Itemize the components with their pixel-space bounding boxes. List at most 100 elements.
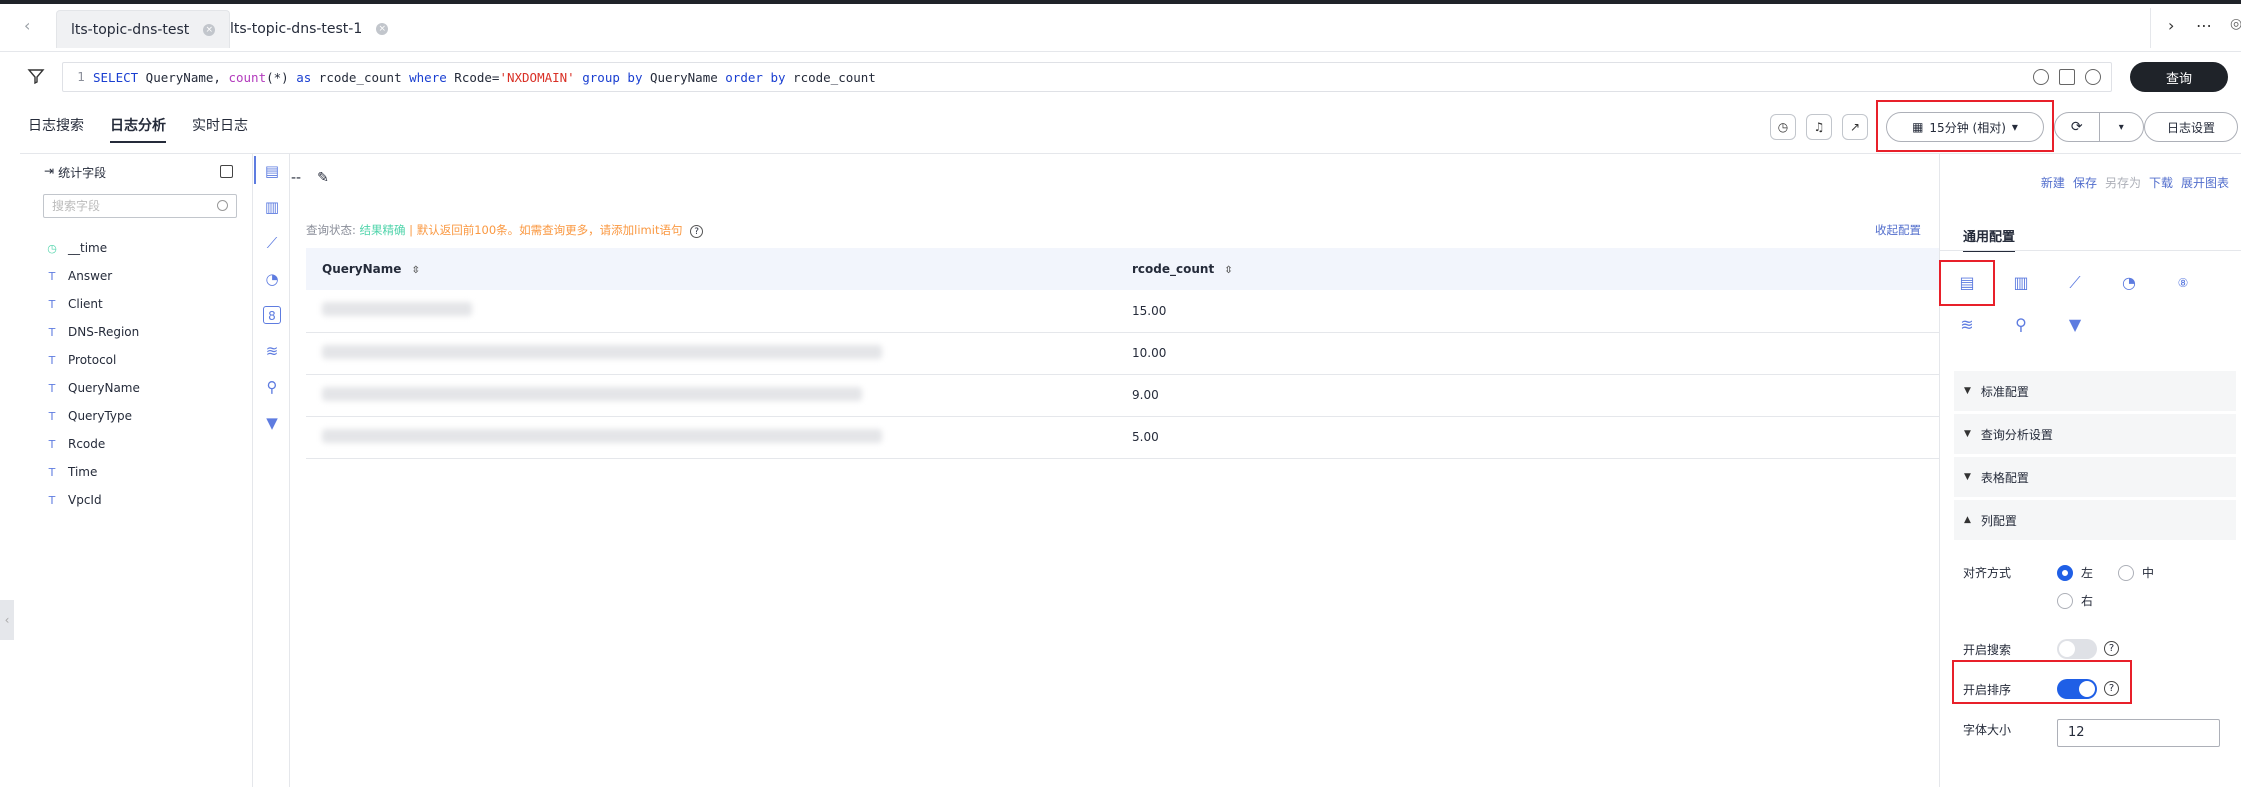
section-column-config[interactable]: ▲ 列配置 bbox=[1954, 500, 2236, 540]
fields-header: ⇥ 统计字段 bbox=[44, 164, 106, 181]
field-search-placeholder: 搜索字段 bbox=[52, 199, 101, 213]
table-row: 15.00 bbox=[306, 290, 1939, 333]
field-item[interactable]: T Rcode bbox=[46, 430, 140, 458]
field-search-input[interactable]: 搜索字段 bbox=[43, 194, 237, 218]
collapse-config-link[interactable]: 收起配置 bbox=[1875, 222, 1921, 238]
redacted-value bbox=[322, 386, 862, 401]
text-type-icon: T bbox=[48, 381, 56, 395]
close-tab-icon[interactable]: × bbox=[376, 23, 389, 35]
sql-token: by bbox=[770, 69, 786, 85]
help-icon[interactable]: ? bbox=[2104, 681, 2119, 696]
flow-chart-icon[interactable]: ≋ bbox=[263, 342, 281, 360]
bar-chart-icon[interactable]: ▥ bbox=[2010, 272, 2032, 294]
align-center-radio[interactable]: 中 bbox=[2118, 564, 2154, 581]
text-type-icon: T bbox=[48, 493, 56, 507]
tab-general-config[interactable]: 通用配置 bbox=[1963, 226, 2016, 252]
section-query-analysis-settings[interactable]: ▼ 查询分析设置 bbox=[1954, 414, 2236, 454]
action-link[interactable]: 展开图表 bbox=[2181, 174, 2229, 191]
help-icon[interactable] bbox=[2085, 69, 2101, 85]
table-icon[interactable]: ▤ bbox=[1956, 272, 1978, 294]
field-item[interactable]: ◷ __time bbox=[46, 234, 140, 262]
action-link[interactable]: 新建 bbox=[2041, 174, 2065, 191]
redacted-value bbox=[322, 302, 472, 317]
history-icon[interactable]: ◷ bbox=[1770, 114, 1796, 140]
copy-icon[interactable] bbox=[220, 165, 233, 178]
close-tab-icon[interactable]: × bbox=[203, 23, 216, 36]
line-chart-icon[interactable]: ⟋ bbox=[2064, 272, 2086, 294]
rcode-count-cell: 10.00 bbox=[1116, 332, 1939, 375]
tab-scroll-left-icon[interactable]: ‹ bbox=[24, 16, 30, 35]
field-item[interactable]: T QueryName bbox=[46, 374, 140, 402]
radio-checked-icon bbox=[2057, 564, 2073, 581]
section-title: 表格配置 bbox=[1980, 470, 2029, 485]
tab-scroll-right-icon[interactable]: › bbox=[2168, 16, 2174, 35]
pie-chart-icon[interactable]: ◔ bbox=[2118, 272, 2140, 294]
settings-icon[interactable] bbox=[2033, 69, 2049, 85]
field-item[interactable]: T QueryType bbox=[46, 402, 140, 430]
search-toggle[interactable] bbox=[2057, 639, 2097, 659]
share-icon[interactable]: ↗ bbox=[1842, 114, 1868, 140]
text-type-icon: T bbox=[48, 297, 56, 311]
refresh-dropdown-icon[interactable]: ▾ bbox=[2100, 113, 2144, 141]
more-icon[interactable]: ⋯ bbox=[2196, 16, 2212, 35]
field-item[interactable]: T VpcId bbox=[46, 486, 140, 514]
bell-icon[interactable]: ♫ bbox=[1806, 114, 1832, 140]
field-item[interactable]: T Protocol bbox=[46, 346, 140, 374]
edit-icon[interactable]: ✎ bbox=[317, 170, 329, 186]
funnel-icon[interactable]: ▼ bbox=[263, 414, 281, 432]
sql-editor[interactable]: 1 SELECT QueryName, count(*) as rcode_co… bbox=[62, 62, 2112, 92]
font-size-input[interactable]: 12 bbox=[2057, 719, 2220, 747]
field-item[interactable]: T DNS-Region bbox=[46, 318, 140, 346]
refresh-icon[interactable]: ⟳ bbox=[2055, 113, 2100, 141]
log-settings-button[interactable]: 日志设置 bbox=[2144, 112, 2238, 142]
line-chart-icon[interactable]: ⟋ bbox=[263, 234, 281, 252]
action-link[interactable]: 下载 bbox=[2149, 174, 2173, 191]
flow-chart-icon[interactable]: ≋ bbox=[1956, 314, 1978, 336]
chart-name: -- bbox=[291, 170, 302, 186]
tab-log-analysis[interactable]: 日志分析 bbox=[110, 115, 166, 143]
save-icon[interactable] bbox=[2059, 69, 2075, 85]
column-header-queryname[interactable]: QueryName ⇳ bbox=[306, 248, 1116, 290]
settings-edge-icon[interactable]: ◎ bbox=[2230, 16, 2241, 32]
filter-icon[interactable] bbox=[26, 66, 46, 86]
rcode-count-cell: 15.00 bbox=[1116, 290, 1939, 333]
column-header-rcode-count[interactable]: rcode_count ⇳ bbox=[1116, 248, 1939, 290]
funnel-icon[interactable]: ▼ bbox=[2064, 314, 2086, 336]
map-icon[interactable]: ⚲ bbox=[2010, 314, 2032, 336]
sql-text[interactable]: SELECT QueryName, count(*) as rcode_coun… bbox=[93, 70, 876, 85]
tab-log-search[interactable]: 日志搜索 bbox=[28, 115, 84, 143]
number-icon[interactable]: 8 bbox=[263, 306, 281, 324]
time-range-label: 15分钟 (相对) bbox=[1929, 120, 2006, 135]
collapse-handle-icon[interactable]: ‹ bbox=[0, 600, 14, 640]
query-button[interactable]: 查询 bbox=[2130, 62, 2228, 92]
section-title: 列配置 bbox=[1980, 513, 2017, 528]
field-name: QueryName bbox=[68, 381, 140, 395]
sql-token: order bbox=[725, 69, 763, 85]
sql-token: group bbox=[582, 69, 620, 85]
section-title: 标准配置 bbox=[1980, 384, 2029, 399]
rcode-count-cell: 9.00 bbox=[1116, 374, 1939, 417]
map-icon[interactable]: ⚲ bbox=[263, 378, 281, 396]
align-right-radio[interactable]: 右 bbox=[2057, 592, 2093, 609]
bar-chart-icon[interactable]: ▥ bbox=[263, 198, 281, 216]
field-item[interactable]: T Answer bbox=[46, 262, 140, 290]
sort-icon[interactable]: ⇳ bbox=[1224, 265, 1232, 276]
section-table-config[interactable]: ▼ 表格配置 bbox=[1954, 457, 2236, 497]
sort-toggle[interactable] bbox=[2057, 679, 2097, 699]
pie-chart-icon[interactable]: ◔ bbox=[263, 270, 281, 288]
time-range-button[interactable]: ▦ 15分钟 (相对) ▾ bbox=[1886, 112, 2044, 142]
field-item[interactable]: T Time bbox=[46, 458, 140, 486]
field-item[interactable]: T Client bbox=[46, 290, 140, 318]
action-link[interactable]: 保存 bbox=[2073, 174, 2097, 191]
table-icon[interactable]: ▤ bbox=[263, 162, 281, 180]
number-icon[interactable]: ⑧ bbox=[2172, 272, 2194, 294]
sort-icon[interactable]: ⇳ bbox=[412, 265, 420, 276]
help-icon[interactable]: ? bbox=[2104, 641, 2119, 656]
help-icon[interactable]: ? bbox=[690, 225, 704, 238]
tab-lts-topic-dns-test[interactable]: lts-topic-dns-test × bbox=[56, 10, 231, 48]
tab-realtime-log[interactable]: 实时日志 bbox=[192, 115, 248, 143]
tab-lts-topic-dns-test-1[interactable]: lts-topic-dns-test-1 × bbox=[216, 10, 402, 48]
align-left-radio[interactable]: 左 bbox=[2057, 564, 2093, 581]
radio-unchecked-icon bbox=[2057, 592, 2073, 609]
section-standard-config[interactable]: ▼ 标准配置 bbox=[1954, 371, 2236, 411]
